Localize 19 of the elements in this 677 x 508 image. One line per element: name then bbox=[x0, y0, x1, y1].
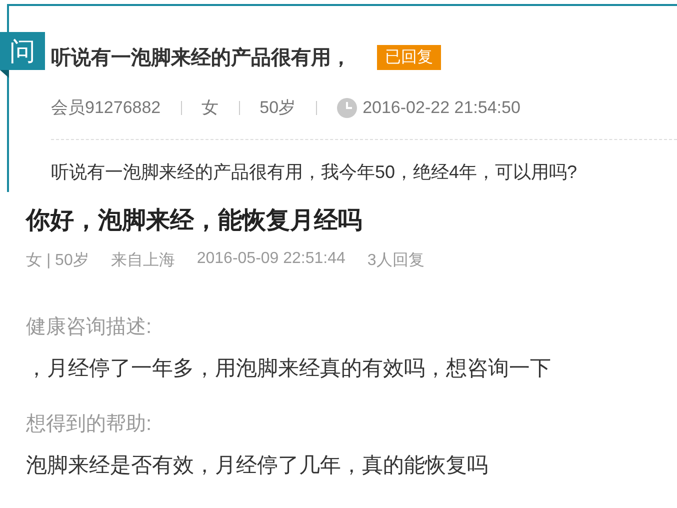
question-body: 听说有一泡脚来经的产品很有用，我今年50，绝经4年，可以用吗? bbox=[51, 161, 578, 184]
question-badge: 问 bbox=[0, 32, 45, 70]
meta-text: 来自上海 bbox=[110, 250, 175, 271]
section-text: ，月经停了一年多，用泡脚来经真的有效吗，想咨询一下 bbox=[26, 356, 552, 382]
meta-text: 女 bbox=[202, 97, 219, 119]
section-label: 健康咨询描述: bbox=[26, 315, 153, 340]
fold-icon bbox=[0, 70, 9, 78]
question-title: 听说有一泡脚来经的产品很有用， bbox=[51, 46, 351, 70]
clock-icon bbox=[336, 98, 357, 118]
section-label: 想得到的帮助: bbox=[26, 412, 153, 437]
meta-text: 3人回复 bbox=[367, 251, 424, 271]
meta-text: 2016-05-09 22:51:44 bbox=[196, 250, 346, 269]
section-text: 泡脚来经是否有效，月经停了几年，真的能恢复吗 bbox=[26, 453, 489, 479]
consultation-title: 你好，泡脚来经，能恢复月经吗 bbox=[26, 206, 363, 236]
meta-text: 会员91276882 bbox=[51, 97, 161, 119]
status-tag: 已回复 bbox=[377, 44, 441, 70]
post-time: 2016-02-22 21:54:50 bbox=[362, 98, 520, 118]
meta-text: 50岁 bbox=[260, 97, 296, 119]
meta-text: 女 | 50岁 bbox=[26, 251, 89, 271]
